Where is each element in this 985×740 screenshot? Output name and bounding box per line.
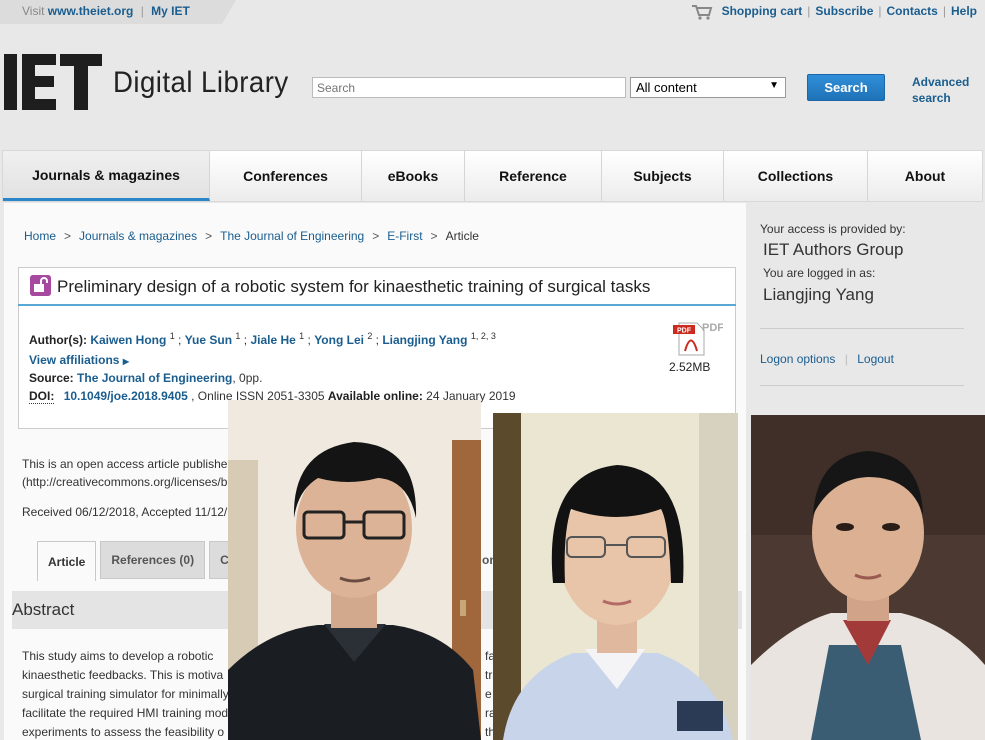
author-affiliation: 1, 2, 3	[470, 331, 496, 341]
view-affiliations-label: View affiliations	[29, 353, 120, 367]
subscribe-link[interactable]: Subscribe	[815, 4, 873, 18]
pdf-badge-label: PDF	[677, 328, 692, 335]
caret-right-icon: ▶	[122, 357, 129, 366]
nav-journals-magazines[interactable]: Journals & magazines	[3, 151, 210, 201]
author-link[interactable]: Liangjing Yang	[382, 333, 467, 347]
advanced-search-line1: Advanced	[912, 75, 970, 89]
view-affiliations-link[interactable]: View affiliations ▶	[29, 353, 129, 367]
portrait-illustration	[228, 400, 481, 740]
my-iet-link[interactable]: My IET	[151, 4, 190, 18]
logged-in-user: Liangjing Yang	[763, 285, 874, 304]
breadcrumb-e-first[interactable]: E-First	[387, 229, 422, 243]
shopping-cart-icon[interactable]	[691, 4, 713, 20]
visit-label: Visit	[22, 4, 45, 18]
breadcrumb-current: Article	[445, 229, 479, 243]
abstract-line: kinaesthetic feedbacks. This is motiva	[22, 668, 224, 682]
abstract-line: facilitate the required HMI training mod	[22, 706, 229, 720]
theiet-link[interactable]: www.theiet.org	[48, 4, 134, 18]
pdf-file-size: 2.52MB	[669, 360, 711, 374]
portrait-illustration	[751, 415, 985, 740]
tab-article[interactable]: Article	[37, 541, 97, 581]
sidebar-divider	[760, 385, 964, 386]
content-type-value: All content	[636, 80, 697, 95]
pdf-label: PDF	[702, 322, 723, 334]
search-input[interactable]	[312, 77, 626, 98]
author-link[interactable]: Kaiwen Hong	[90, 333, 166, 347]
access-label: Your access is provided by:	[760, 222, 906, 236]
session-links: Logon options | Logout	[760, 352, 894, 366]
logout-link[interactable]: Logout	[857, 352, 894, 366]
advanced-search-line2: search	[912, 91, 951, 105]
utility-links: Shopping cart | Subscribe | Contacts | Help	[691, 4, 977, 20]
abstract-body: This study aims to develop a robotic kin…	[22, 647, 229, 740]
contacts-link[interactable]: Contacts	[887, 4, 938, 18]
nav-about[interactable]: About	[868, 151, 982, 201]
article-title: Preliminary design of a robotic system f…	[57, 277, 651, 296]
breadcrumb-journal-of-engineering[interactable]: The Journal of Engineering	[220, 229, 364, 243]
pdf-download-icon[interactable]: PDF PDF	[671, 321, 723, 357]
received-accepted-dates: Received 06/12/2018, Accepted 11/12/	[22, 505, 228, 519]
doi-link[interactable]: 10.1049/joe.2018.9405	[64, 389, 188, 403]
iet-logo[interactable]	[4, 54, 102, 110]
abstract-line: surgical training simulator for minimall…	[22, 687, 229, 701]
source-line: Source: The Journal of Engineering, 0pp.	[29, 371, 262, 385]
author-link[interactable]: Yue Sun	[185, 333, 232, 347]
author-link[interactable]: Jiale He	[250, 333, 295, 347]
doi-label: DOI:	[29, 389, 55, 404]
logged-in-label: You are logged in as:	[763, 266, 876, 280]
search-button[interactable]: Search	[807, 74, 885, 101]
main-nav: Journals & magazines Conferences eBooks …	[2, 150, 983, 202]
logon-options-link[interactable]: Logon options	[760, 352, 835, 366]
dropdown-arrow-icon: ▼	[769, 80, 779, 91]
abstract-line: experiments to assess the feasibility o	[22, 725, 225, 739]
author-photo	[751, 415, 985, 740]
breadcrumb: Home > Journals & magazines > The Journal of…	[24, 229, 479, 243]
help-link[interactable]: Help	[951, 4, 977, 18]
author-photo	[228, 400, 481, 740]
abstract-line: This study aims to develop a robotic	[22, 649, 214, 663]
author-link[interactable]: Yong Lei	[314, 333, 364, 347]
advanced-search-link[interactable]: Advanced search	[912, 74, 969, 106]
visit-divider: |	[140, 4, 144, 18]
license-line-1: This is an open access article publishe	[22, 457, 228, 471]
nav-collections[interactable]: Collections	[724, 151, 868, 201]
nav-reference[interactable]: Reference	[465, 151, 602, 201]
visit-strip: Visit www.theiet.org | My IET	[0, 0, 236, 24]
nav-conferences[interactable]: Conferences	[210, 151, 362, 201]
breadcrumb-journals[interactable]: Journals & magazines	[79, 229, 197, 243]
author-photo	[493, 413, 738, 740]
content-type-select[interactable]: All content ▼	[630, 77, 786, 98]
tab-references[interactable]: References (0)	[100, 541, 206, 579]
authors-label: Author(s):	[29, 333, 87, 347]
breadcrumb-home[interactable]: Home	[24, 229, 56, 243]
portrait-illustration	[493, 413, 738, 740]
open-access-lock-icon	[30, 275, 51, 296]
source-journal-link[interactable]: The Journal of Engineering	[77, 371, 232, 385]
top-bar: Visit www.theiet.org | My IET Shopping c…	[0, 0, 985, 24]
authors-line: Author(s): Kaiwen Hong 1 ; Yue Sun 1 ; J…	[29, 331, 496, 347]
sidebar-divider	[760, 328, 964, 329]
nav-subjects[interactable]: Subjects	[602, 151, 724, 201]
access-organization: IET Authors Group	[763, 240, 904, 259]
shopping-cart-link[interactable]: Shopping cart	[722, 4, 803, 18]
logo-title: Digital Library	[113, 66, 289, 99]
source-label: Source:	[29, 371, 74, 385]
article-tabs: Article References (0) Cit	[37, 541, 251, 581]
source-pages: , 0pp.	[232, 371, 263, 385]
nav-ebooks[interactable]: eBooks	[362, 151, 465, 201]
